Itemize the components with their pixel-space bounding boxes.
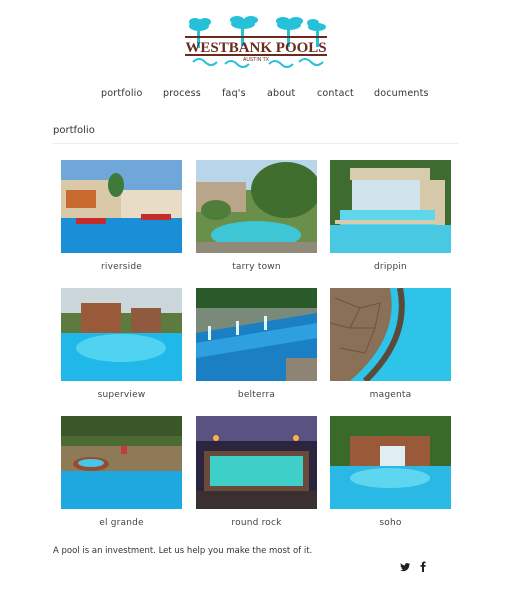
pool-photo-magenta: [330, 288, 451, 381]
nav-item-process[interactable]: process: [163, 88, 201, 99]
portfolio-item-superview[interactable]: [61, 288, 182, 381]
pool-photo-el-grande: [61, 416, 182, 509]
portfolio-caption: belterra: [237, 390, 276, 400]
logo-subtitle: AUSTIN TX: [243, 57, 270, 63]
facebook-icon: [420, 561, 426, 572]
pool-photo-superview: [61, 288, 182, 381]
portfolio-caption: drippin: [374, 262, 407, 272]
facebook-link[interactable]: [417, 561, 429, 573]
footer-tagline: A pool is an investment. Let us help you…: [53, 546, 313, 556]
westbank-pools-logo: WESTBANK POOLS AUSTIN TX: [185, 16, 327, 68]
portfolio-caption: riverside: [100, 262, 142, 272]
portfolio-item-drippin[interactable]: [330, 160, 451, 253]
nav-item-portfolio[interactable]: portfolio: [101, 88, 143, 99]
pool-photo-riverside: [61, 160, 182, 253]
portfolio-caption: tarry town: [232, 262, 281, 272]
main-nav: portfolio process faq's about contact do…: [0, 88, 515, 102]
nav-item-about[interactable]: about: [267, 88, 295, 99]
nav-item-contact[interactable]: contact: [317, 88, 354, 99]
pool-photo-drippin: [330, 160, 451, 253]
portfolio-item-round-rock[interactable]: [196, 416, 317, 509]
portfolio-item-belterra[interactable]: [196, 288, 317, 381]
twitter-link[interactable]: [399, 561, 411, 573]
portfolio-item-magenta[interactable]: [330, 288, 451, 381]
pool-photo-soho: [330, 416, 451, 509]
portfolio-item-soho[interactable]: [330, 416, 451, 509]
nav-item-faqs[interactable]: faq's: [222, 88, 246, 99]
portfolio-caption: round rock: [231, 518, 282, 528]
divider: [53, 143, 458, 144]
twitter-icon: [400, 562, 411, 572]
pool-photo-round-rock: [196, 416, 317, 509]
portfolio-caption: soho: [379, 518, 402, 528]
portfolio-caption: superview: [97, 390, 146, 400]
portfolio-caption: el grande: [99, 518, 144, 528]
portfolio-item-riverside[interactable]: [61, 160, 182, 253]
logo-wordmark: WESTBANK POOLS: [185, 40, 326, 56]
pool-photo-tarry-town: [196, 160, 317, 253]
portfolio-item-tarry-town[interactable]: [196, 160, 317, 253]
nav-item-documents[interactable]: documents: [374, 88, 429, 99]
page-title: portfolio: [53, 125, 95, 136]
portfolio-caption: magenta: [369, 390, 412, 400]
pool-photo-belterra: [196, 288, 317, 381]
portfolio-item-el-grande[interactable]: [61, 416, 182, 509]
site-logo[interactable]: WESTBANK POOLS AUSTIN TX: [181, 14, 331, 70]
